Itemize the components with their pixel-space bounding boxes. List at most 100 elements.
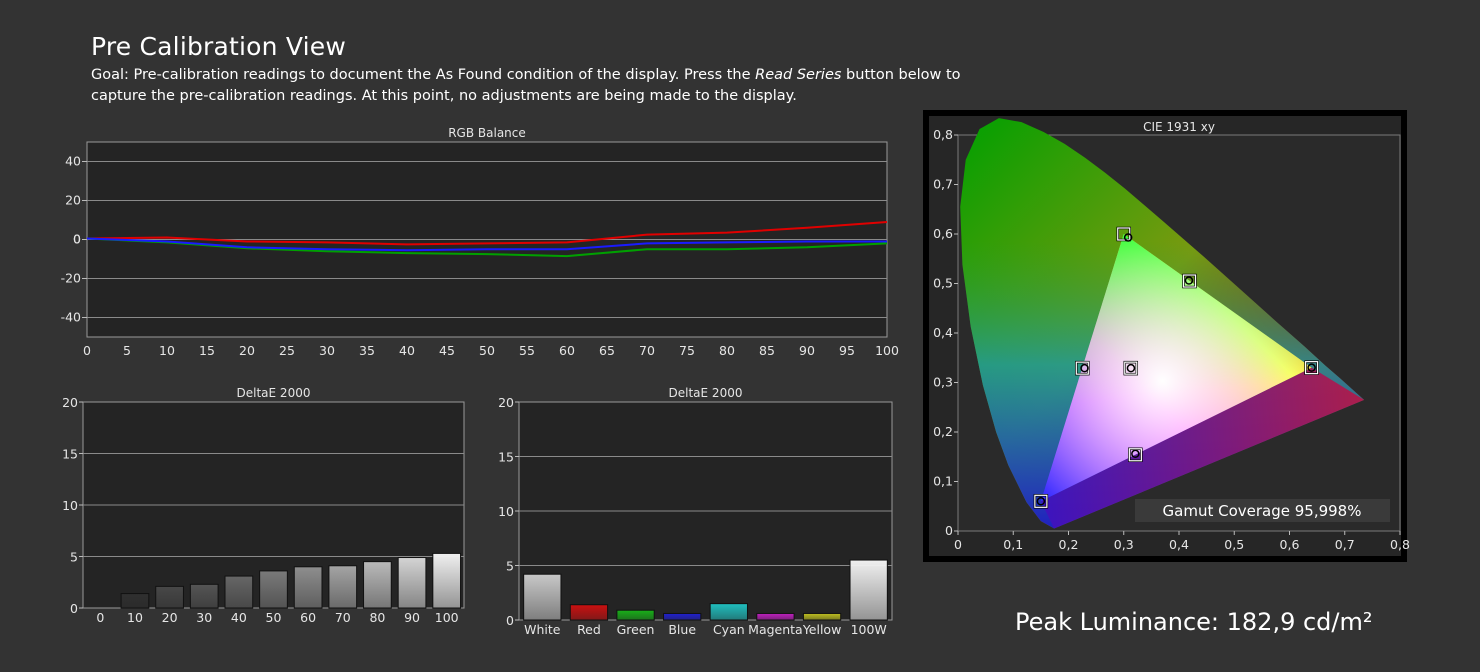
de-gray-xtick-label: 0 [96, 610, 104, 625]
de-gray-chart-title: DeltaE 2000 [237, 386, 311, 400]
deltae-colors-chart: DeltaE 2000 0 5 10 15 20 White Red Green Blue Cyan… [498, 386, 893, 637]
de-color-xtick-label: Yellow [802, 622, 841, 637]
rgb-xtick-label: 60 [559, 343, 575, 358]
de-gray-bar [259, 570, 288, 609]
de-color-xtick-label: Cyan [713, 622, 745, 637]
cie-ytick-label: 0,5 [933, 276, 953, 291]
rgb-ytick-label: 40 [65, 154, 81, 169]
rgb-xtick-label: 85 [759, 343, 775, 358]
rgb-xtick-label: 30 [319, 343, 335, 358]
de-color-bar [616, 609, 655, 621]
de-gray-bar [189, 583, 219, 609]
de-gray-xtick-label: 70 [335, 610, 351, 625]
de-gray-xtick-label: 90 [404, 610, 420, 625]
de-gray-xtick-label: 30 [196, 610, 212, 625]
rgb-xtick-label: 15 [199, 343, 215, 358]
de-gray-bar [120, 593, 150, 609]
goal-prefix: Goal: Pre-calibration readings to docume… [91, 67, 756, 83]
cie-ytick-label: 0,3 [933, 375, 953, 390]
de-gray-xtick-label: 10 [127, 610, 143, 625]
de-color-bar [709, 603, 748, 621]
cie-xtick-label: 0 [954, 537, 962, 552]
rgb-xtick-label: 80 [719, 343, 735, 358]
goal-emphasis: Read Series [755, 67, 842, 83]
de-color-xtick-label: 100W [851, 622, 887, 637]
peak-luminance: Peak Luminance: 182,9 cd/m² [1015, 608, 1373, 636]
rgb-xtick-label: 5 [123, 343, 131, 358]
deltae-grayscale-chart: DeltaE 2000 0 5 10 15 20 0 10 20 30 40 50 60 70 80 90 10… [62, 386, 465, 625]
rgb-ytick-label: 0 [73, 232, 81, 247]
de-gray-xtick-label: 100 [435, 610, 459, 625]
cie-chart-title: CIE 1931 xy [1143, 120, 1215, 134]
de-color-chart-title: DeltaE 2000 [669, 386, 743, 400]
rgb-xtick-label: 100 [875, 343, 899, 358]
de-gray-xtick-label: 50 [266, 610, 282, 625]
goal-text: Goal: Pre-calibration readings to docume… [91, 65, 991, 107]
cie-xtick-label: 0,1 [1003, 537, 1023, 552]
de-color-ytick-label: 0 [506, 613, 514, 628]
rgb-xtick-label: 45 [439, 343, 455, 358]
de-color-bar [569, 604, 609, 621]
de-gray-bar [155, 585, 184, 609]
de-gray-xtick-label: 20 [162, 610, 178, 625]
gamut-coverage-text: Gamut Coverage 95,998% [1163, 502, 1362, 520]
rgb-xtick-label: 10 [159, 343, 175, 358]
rgb-xtick-label: 35 [359, 343, 375, 358]
de-color-xtick-label: Red [577, 622, 601, 637]
de-gray-bar [328, 565, 358, 609]
cie-xtick-label: 0,2 [1059, 537, 1079, 552]
de-color-ytick-label: 10 [498, 504, 514, 519]
de-color-bar [849, 559, 888, 621]
de-color-ytick-label: 5 [506, 559, 514, 574]
cie-ytick-label: 0,8 [933, 127, 953, 142]
rgb-balance-chart: RGB Balance-40-200204000 5 10 15 20 25 30 35 40 4… [61, 126, 899, 358]
de-gray-ytick-label: 20 [62, 395, 78, 410]
cie-ytick-label: 0,6 [933, 226, 953, 241]
de-gray-xtick-label: 40 [231, 610, 247, 625]
de-gray-ytick-label: 0 [70, 601, 78, 616]
cie-xtick-label: 0,7 [1335, 537, 1355, 552]
rgb-xtick-label: 95 [839, 343, 855, 358]
rgb-xtick-label: 0 [83, 343, 91, 358]
page-title: Pre Calibration View [91, 32, 346, 61]
rgb-xtick-label: 40 [399, 343, 415, 358]
de-color-xtick-label: Blue [668, 622, 696, 637]
cie-ytick-label: 0,4 [933, 325, 953, 340]
de-color-bar [756, 612, 795, 621]
de-gray-ytick-label: 10 [62, 498, 78, 513]
de-gray-bar [432, 552, 462, 609]
rgb-xtick-label: 65 [599, 343, 615, 358]
rgb-xtick-label: 70 [639, 343, 655, 358]
cie-chart: CIE 1931 xy 0 0,1 0,2 0,3 0,4 0,5 0,6 0,7 0,8 0 0,1… [923, 110, 1410, 562]
cie-xtick-label: 0,8 [1390, 537, 1410, 552]
de-color-bar [802, 612, 842, 621]
de-color-bar [523, 573, 562, 621]
rgb-chart-title: RGB Balance [448, 126, 526, 140]
cie-xtick-label: 0,4 [1169, 537, 1189, 552]
rgb-xtick-label: 75 [679, 343, 695, 358]
de-color-bar [663, 612, 702, 621]
cie-xtick-label: 0,6 [1280, 537, 1300, 552]
rgb-ytick-label: 20 [65, 193, 81, 208]
de-color-xtick-label: Magenta [748, 622, 803, 637]
rgb-xtick-label: 25 [279, 343, 295, 358]
de-color-ytick-label: 15 [498, 450, 514, 465]
cie-xtick-label: 0,3 [1114, 537, 1134, 552]
de-gray-bar [397, 557, 427, 609]
de-gray-xtick-label: 60 [300, 610, 316, 625]
de-color-xtick-label: White [524, 622, 561, 637]
rgb-ytick-label: -20 [61, 271, 81, 286]
de-gray-bar [293, 566, 323, 609]
cie-xtick-label: 0,5 [1224, 537, 1244, 552]
rgb-xtick-label: 90 [799, 343, 815, 358]
de-color-xtick-label: Green [617, 622, 655, 637]
de-gray-bar [363, 561, 392, 609]
de-color-ytick-label: 20 [498, 395, 514, 410]
rgb-xtick-label: 55 [519, 343, 535, 358]
de-gray-ytick-label: 5 [70, 550, 78, 565]
de-gray-xtick-label: 80 [369, 610, 385, 625]
cie-ytick-label: 0 [945, 523, 953, 538]
rgb-xtick-label: 50 [479, 343, 495, 358]
rgb-xtick-label: 20 [239, 343, 255, 358]
de-gray-bar [224, 575, 254, 609]
